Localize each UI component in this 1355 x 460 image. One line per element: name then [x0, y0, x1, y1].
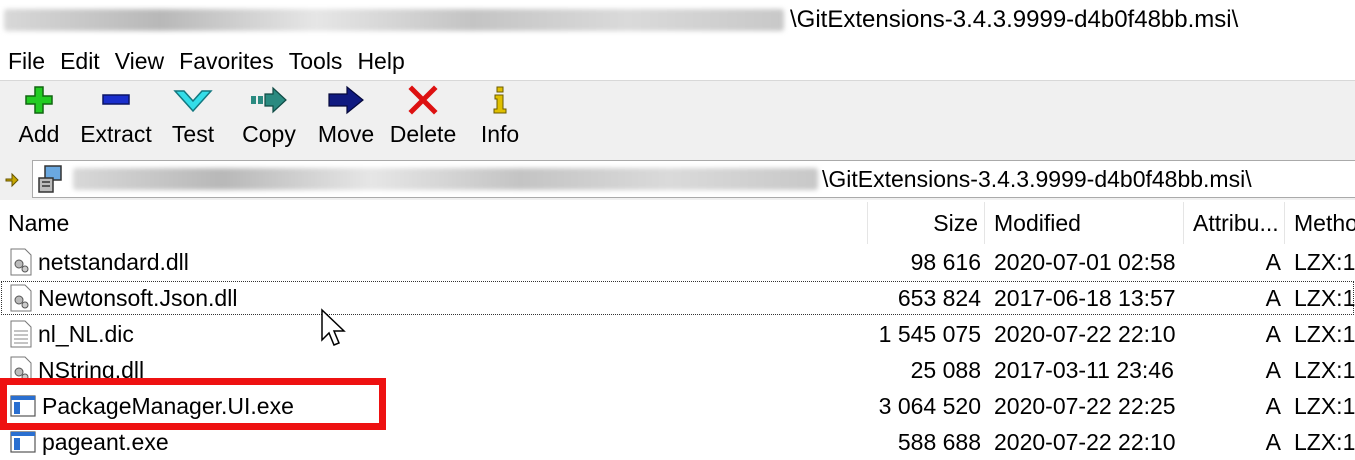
file-name: Newtonsoft.Json.dll — [38, 285, 238, 311]
column-modified[interactable]: Modified — [986, 202, 1184, 244]
info-button[interactable]: Info — [474, 81, 526, 157]
folder-up-icon[interactable] — [4, 169, 24, 189]
window-title-text: \GitExtensions-3.4.3.9999-d4b0f48bb.msi\ — [790, 6, 1239, 33]
move-arrow-icon — [328, 85, 364, 115]
file-attributes: A — [1265, 429, 1281, 455]
file-name: nl_NL.dic — [38, 321, 134, 347]
file-method: LZX:18 — [1294, 429, 1355, 455]
blurred-address — [73, 168, 818, 190]
test-label: Test — [171, 121, 215, 147]
move-label: Move — [317, 121, 375, 147]
delete-label: Delete — [389, 121, 457, 147]
file-attributes: A — [1265, 357, 1281, 383]
table-row[interactable]: netstandard.dll 98 616 2020-07-01 02:58 … — [0, 244, 1355, 280]
file-name: PackageManager.UI.exe — [42, 393, 294, 419]
copy-label: Copy — [242, 121, 296, 147]
column-size[interactable]: Size — [869, 202, 985, 244]
dll-file-icon — [10, 356, 32, 384]
exe-file-icon — [10, 395, 36, 417]
address-text: \GitExtensions-3.4.3.9999-d4b0f48bb.msi\ — [822, 165, 1252, 192]
file-size: 98 616 — [910, 249, 981, 275]
computer-icon — [38, 165, 62, 193]
mouse-cursor-icon — [321, 308, 346, 346]
extract-label: Extract — [80, 121, 152, 147]
file-modified: 2017-06-18 13:57 — [994, 285, 1176, 311]
file-size: 3 064 520 — [878, 393, 981, 419]
menu-favorites[interactable]: Favorites — [171, 48, 281, 75]
file-method: LZX:18 — [1294, 393, 1355, 419]
table-row[interactable]: nl_NL.dic 1 545 075 2020-07-22 22:10 A L… — [0, 316, 1355, 352]
file-list: Name Size Modified Attribu... Metho nets… — [0, 202, 1355, 460]
table-row[interactable]: Newtonsoft.Json.dll 653 824 2017-06-18 1… — [0, 280, 1355, 316]
column-attributes[interactable]: Attribu... — [1185, 202, 1285, 244]
file-attributes: A — [1265, 321, 1281, 347]
file-size: 588 688 — [897, 429, 981, 455]
exe-file-icon — [10, 431, 36, 453]
file-method: LZX:18 — [1294, 249, 1355, 275]
menu-edit[interactable]: Edit — [52, 48, 107, 75]
menu-bar: File Edit View Favorites Tools Help — [0, 44, 412, 78]
column-method[interactable]: Metho — [1286, 202, 1355, 244]
add-button[interactable]: Add — [12, 81, 66, 157]
move-button[interactable]: Move — [314, 81, 378, 157]
file-name: NString.dll — [38, 357, 145, 383]
address-bar: \GitExtensions-3.4.3.9999-d4b0f48bb.msi\ — [0, 157, 1355, 200]
toolbar: Add Extract Test Copy Move Delete Info — [0, 80, 1355, 158]
dll-file-icon — [10, 248, 32, 276]
blurred-path — [4, 9, 784, 31]
address-input[interactable]: \GitExtensions-3.4.3.9999-d4b0f48bb.msi\ — [32, 160, 1355, 198]
copy-arrow-icon — [251, 86, 287, 114]
text-file-icon — [10, 320, 32, 348]
file-name: netstandard.dll — [38, 249, 189, 275]
info-icon — [493, 86, 507, 114]
test-button[interactable]: Test — [166, 81, 220, 157]
file-size: 653 824 — [897, 285, 981, 311]
dll-file-icon — [10, 284, 32, 312]
column-name[interactable]: Name — [0, 202, 868, 244]
menu-tools[interactable]: Tools — [281, 48, 350, 75]
checkmark-icon — [173, 90, 213, 113]
delete-x-icon — [408, 85, 438, 115]
file-modified: 2020-07-01 02:58 — [994, 249, 1176, 275]
add-label: Add — [18, 121, 60, 147]
file-size: 1 545 075 — [878, 321, 981, 347]
table-row[interactable]: PackageManager.UI.exe 3 064 520 2020-07-… — [0, 388, 1355, 424]
file-method: LZX:18 — [1294, 357, 1355, 383]
info-label: Info — [480, 121, 520, 147]
table-row[interactable]: pageant.exe 588 688 2020-07-22 22:10 A L… — [0, 424, 1355, 460]
file-method: LZX:18 — [1294, 321, 1355, 347]
file-attributes: A — [1265, 249, 1281, 275]
file-modified: 2017-03-11 23:46 — [994, 357, 1174, 383]
file-method: LZX:18 — [1294, 285, 1355, 311]
copy-button[interactable]: Copy — [238, 81, 300, 157]
table-row[interactable]: NString.dll 25 088 2017-03-11 23:46 A LZ… — [0, 352, 1355, 388]
extract-button[interactable]: Extract — [78, 81, 154, 157]
menu-help[interactable]: Help — [349, 48, 411, 75]
menu-view[interactable]: View — [107, 48, 171, 75]
file-modified: 2020-07-22 22:10 — [994, 429, 1176, 455]
file-modified: 2020-07-22 22:25 — [994, 393, 1176, 419]
file-attributes: A — [1265, 393, 1281, 419]
plus-icon — [25, 86, 53, 114]
file-name: pageant.exe — [42, 429, 169, 455]
list-header: Name Size Modified Attribu... Metho — [0, 202, 1355, 244]
window-title: \GitExtensions-3.4.3.9999-d4b0f48bb.msi\ — [0, 0, 1355, 40]
file-size: 25 088 — [910, 357, 981, 383]
file-modified: 2020-07-22 22:10 — [994, 321, 1176, 347]
menu-file[interactable]: File — [0, 48, 52, 75]
delete-button[interactable]: Delete — [386, 81, 460, 157]
file-attributes: A — [1265, 285, 1281, 311]
minus-icon — [102, 94, 130, 105]
